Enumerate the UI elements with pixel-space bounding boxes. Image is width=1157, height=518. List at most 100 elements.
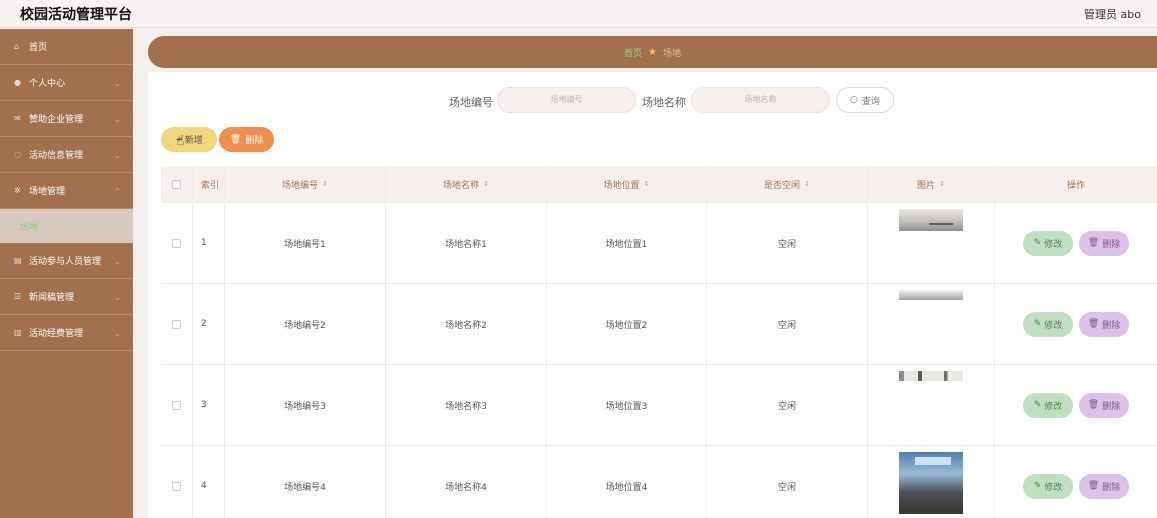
cell-index: 2 (193, 284, 225, 364)
table-header: 索引 场地编号 ⇕ 场地名称 ⇕ 场地位置 ⇕ 是否空闲 ⇕ 图片 ⇕ 操作 (161, 166, 1157, 202)
header-label: 图片 (917, 180, 936, 191)
pencil-icon: ✎ (1033, 319, 1042, 329)
cell-location: 场地位置3 (547, 365, 707, 445)
pencil-icon: ✎ (1033, 400, 1042, 410)
edit-button-label: 修改 (1044, 482, 1063, 493)
header-free[interactable]: 是否空闲 ⇕ (707, 166, 868, 202)
row-delete-button-label: 删除 (1102, 482, 1121, 493)
trash-icon: 🗑 (1087, 238, 1100, 248)
query-button-label: 查询 (861, 96, 880, 107)
cell-location: 场地位置1 (547, 203, 707, 283)
venue-name-input[interactable]: 场地名称 (691, 87, 830, 113)
venue-code-input[interactable]: 场地编号 (497, 87, 636, 113)
mouse-cursor-icon: ☝ (176, 133, 185, 149)
sidebar-item-home[interactable]: ⌂ 首页 (0, 29, 133, 65)
sidebar-item-label: 活动参与人员管理 (29, 257, 102, 267)
cell-free: 空闲 (707, 284, 868, 364)
venue-code-label: 场地编号 (449, 96, 493, 109)
cell-code: 场地编号1 (225, 203, 386, 283)
sort-icon: ⇕ (322, 180, 328, 188)
pencil-icon: ✎ (1033, 481, 1042, 491)
header-location[interactable]: 场地位置 ⇕ (547, 166, 707, 202)
trash-icon: 🗑 (1087, 319, 1100, 329)
sidebar-item-sponsors[interactable]: ✉ 赞助企业管理 ⌄ (0, 101, 133, 137)
sidebar-item-label: 赞助企业管理 (29, 115, 84, 125)
sidebar-item-venues[interactable]: ✲ 场地管理 ⌃ (0, 173, 133, 209)
sidebar-item-label: 场地管理 (29, 187, 66, 197)
cell-name: 场地名称3 (386, 365, 547, 445)
trash-icon: 🗑 (1087, 481, 1100, 491)
edit-button[interactable]: ✎ 修改 (1023, 311, 1073, 337)
row-checkbox[interactable] (172, 238, 181, 248)
edit-button[interactable]: ✎ 修改 (1023, 473, 1073, 499)
row-delete-button[interactable]: 🗑 删除 (1079, 473, 1129, 499)
gear-icon: ✲ (14, 186, 21, 195)
venue-image (899, 209, 963, 231)
star-icon: ★ (648, 46, 657, 58)
delete-button[interactable]: 🗑 删除 (219, 127, 274, 152)
chevron-down-icon: ⌄ (114, 293, 121, 302)
sidebar-item-label: 活动信息管理 (29, 151, 84, 161)
sidebar-item-activities[interactable]: ◌ 活动信息管理 ⌄ (0, 137, 133, 173)
cell-free: 空闲 (707, 365, 868, 445)
sidebar-item-participants[interactable]: ▤ 活动参与人员管理 ⌄ (0, 243, 133, 279)
edit-button-label: 修改 (1044, 320, 1063, 331)
sidebar-item-label: 个人中心 (29, 79, 66, 89)
breadcrumb-current: 场地 (662, 48, 681, 59)
header-label: 场地编号 (282, 180, 319, 191)
breadcrumb-home[interactable]: 首页 (624, 46, 642, 59)
trash-icon: 🗑 (1087, 400, 1100, 410)
table-row: 3 场地编号3 场地名称3 场地位置3 空闲 ✎ 修改 🗑 删除 (161, 364, 1157, 445)
header-image[interactable]: 图片 ⇕ (868, 166, 995, 202)
add-button[interactable]: + 新增 (161, 127, 217, 152)
select-all-checkbox[interactable] (172, 179, 181, 189)
chevron-down-icon: ⌄ (114, 79, 121, 88)
chevron-down-icon: ⌄ (114, 257, 121, 266)
trash-icon: 🗑 (229, 134, 242, 145)
sidebar-item-label: 新闻稿管理 (29, 293, 75, 303)
header-name[interactable]: 场地名称 ⇕ (386, 166, 547, 202)
row-checkbox[interactable] (172, 481, 181, 491)
top-bar: 校园活动管理平台 管理员 abo (0, 0, 1157, 28)
sidebar-subitem-venue[interactable]: 场地 (0, 209, 133, 243)
venue-image (899, 371, 963, 381)
sidebar-item-press[interactable]: ☰ 新闻稿管理 ⌄ (0, 279, 133, 315)
edit-button[interactable]: ✎ 修改 (1023, 392, 1073, 418)
header-label: 是否空闲 (764, 180, 801, 191)
sidebar-item-label: 首页 (29, 43, 48, 53)
header-code[interactable]: 场地编号 ⇕ (225, 166, 386, 202)
breadcrumb: 首页 ★ 场地 (148, 36, 1157, 68)
cell-free: 空闲 (707, 203, 868, 283)
table-row: 4 场地编号4 场地名称4 场地位置4 空闲 ✎ 修改 🗑 删除 (161, 445, 1157, 518)
table-row: 1 场地编号1 场地名称1 场地位置1 空闲 ✎ 修改 🗑 删除 (161, 202, 1157, 283)
cell-index: 4 (193, 446, 225, 518)
add-button-label: 新增 (184, 136, 203, 146)
row-delete-button[interactable]: 🗑 删除 (1079, 311, 1129, 337)
sidebar-item-funds[interactable]: ▥ 活动经费管理 ⌄ (0, 315, 133, 351)
query-button[interactable]: ○ 查询 (836, 87, 894, 113)
header-actions: 操作 (1066, 180, 1085, 191)
table-row: 2 场地编号2 场地名称2 场地位置2 空闲 ✎ 修改 🗑 删除 (161, 283, 1157, 364)
home-icon: ⌂ (14, 42, 20, 51)
mail-icon: ✉ (14, 114, 21, 123)
chevron-down-icon: ⌄ (114, 115, 121, 124)
row-checkbox[interactable] (172, 400, 181, 410)
bank-icon: ▥ (14, 328, 22, 337)
edit-button[interactable]: ✎ 修改 (1023, 230, 1073, 256)
sort-icon: ⇕ (939, 180, 945, 188)
row-delete-button[interactable]: 🗑 删除 (1079, 230, 1129, 256)
sidebar: ⌂ 首页 ● 个人中心 ⌄ ✉ 赞助企业管理 ⌄ ◌ 活动信息管理 ⌄ ✲ 场地… (0, 29, 133, 518)
cell-index: 1 (193, 203, 225, 283)
chevron-down-icon: ⌄ (114, 329, 121, 338)
cell-name: 场地名称2 (386, 284, 547, 364)
row-delete-button-label: 删除 (1102, 239, 1121, 250)
row-checkbox[interactable] (172, 319, 181, 329)
cell-code: 场地编号2 (225, 284, 386, 364)
header-label: 场地名称 (443, 180, 480, 191)
pencil-icon: ✎ (1033, 238, 1042, 248)
current-user[interactable]: 管理员 abo (1084, 6, 1141, 22)
row-delete-button[interactable]: 🗑 删除 (1079, 392, 1129, 418)
sidebar-item-personal-center[interactable]: ● 个人中心 ⌄ (0, 65, 133, 101)
cell-code: 场地编号4 (225, 446, 386, 518)
cell-free: 空闲 (707, 446, 868, 518)
